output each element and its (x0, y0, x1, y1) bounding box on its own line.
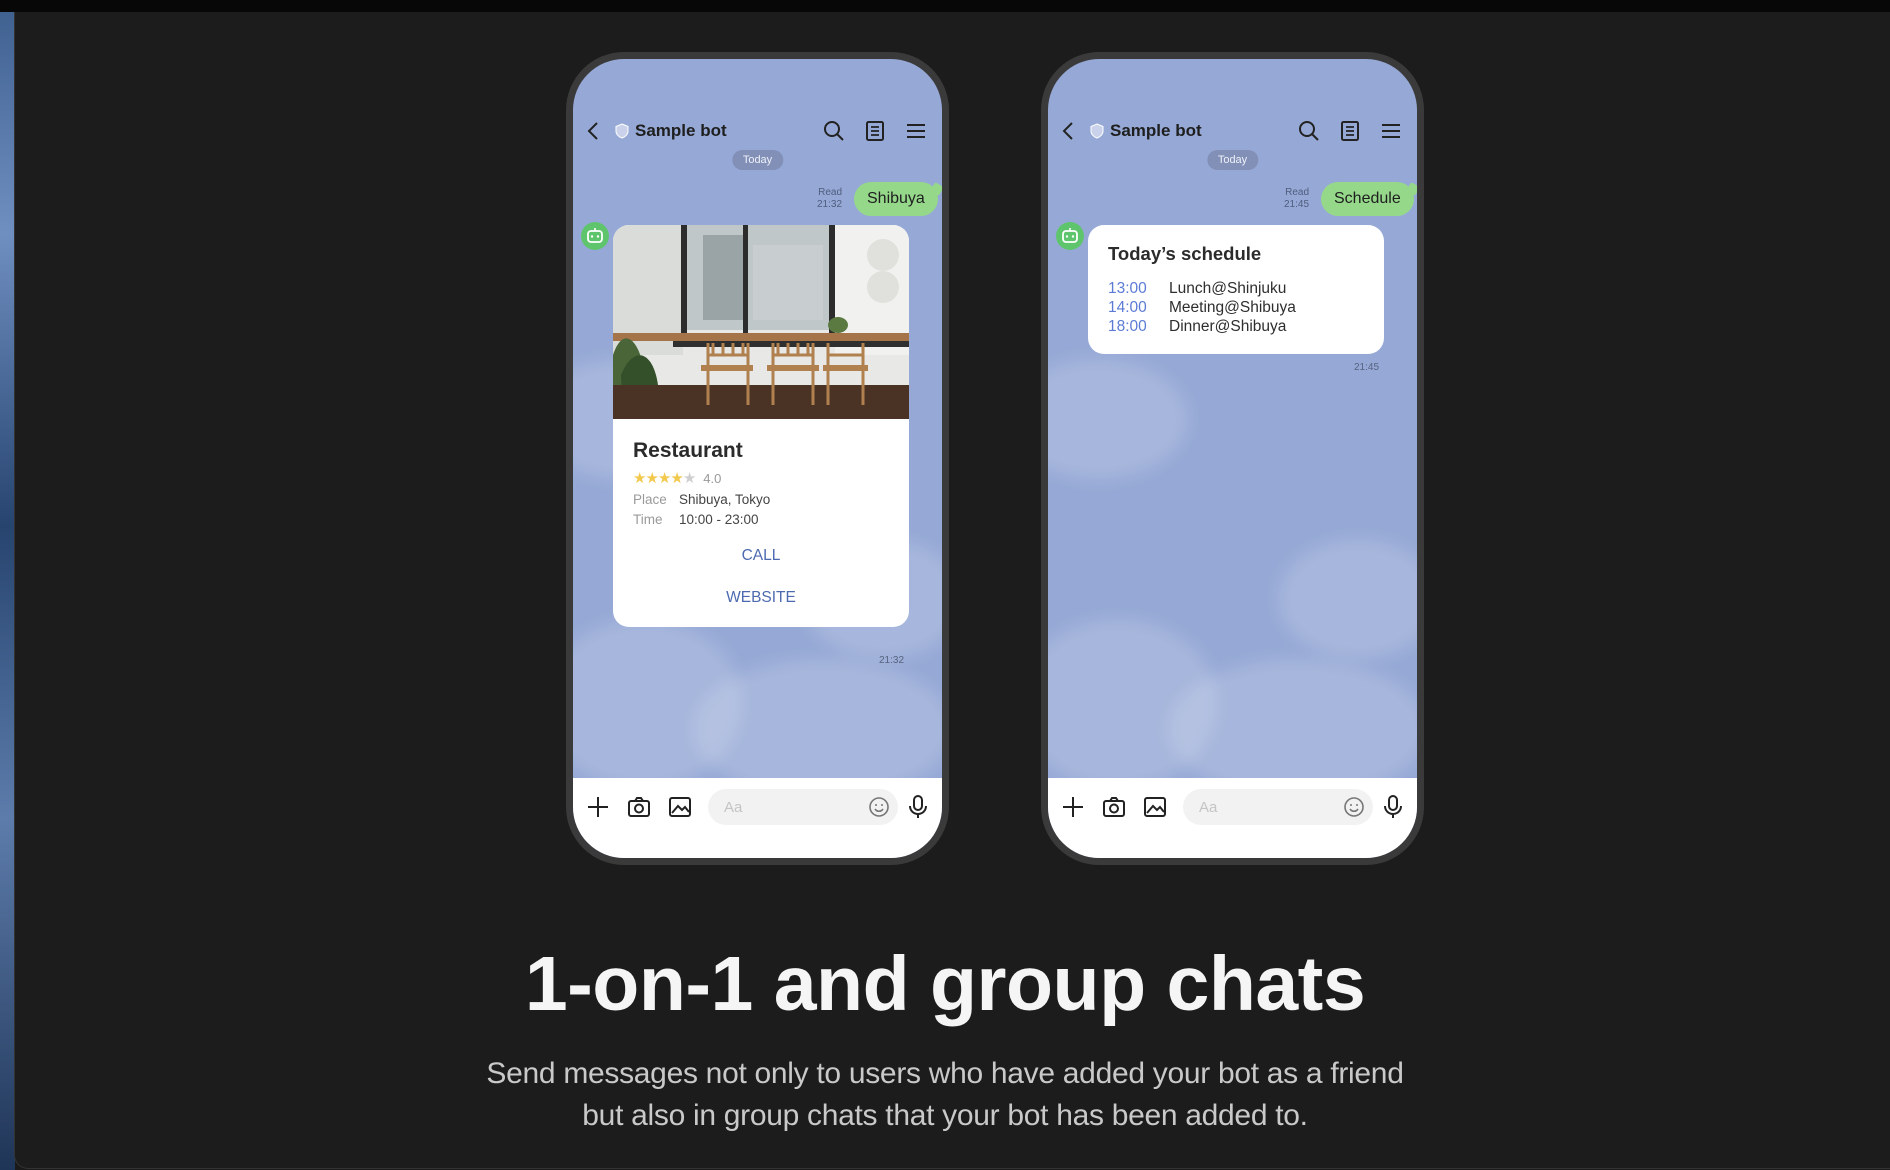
back-arrow-icon[interactable] (1062, 119, 1082, 143)
microphone-icon[interactable] (906, 794, 930, 820)
chat-screen: Sample bot Today Read 21:32 Shibuya Rest… (573, 59, 942, 858)
image-icon[interactable] (667, 794, 693, 820)
search-icon[interactable] (822, 119, 846, 143)
verified-shield-icon (615, 123, 629, 139)
star-rating-icon: ★★★★★ (633, 470, 696, 487)
card-title: Restaurant (633, 439, 743, 462)
schedule-card: Today’s schedule 13:00 Lunch@Shinjuku 14… (1088, 225, 1384, 354)
schedule-event: Meeting@Shibuya (1169, 299, 1296, 316)
time-label: Time (633, 512, 663, 527)
call-button[interactable]: CALL (633, 547, 889, 565)
description-line: but also in group chats that your bot ha… (582, 1099, 1308, 1132)
message-timestamp: 21:32 (879, 655, 905, 666)
plus-icon[interactable] (585, 794, 611, 820)
restaurant-card: Restaurant ★★★★★ 4.0 Place Shibuya, Toky… (613, 225, 909, 627)
input-placeholder: Aa (1199, 798, 1218, 816)
chat-header: Sample bot (573, 111, 942, 151)
input-placeholder: Aa (724, 798, 743, 816)
schedule-row: 14:00 Meeting@Shibuya (1108, 298, 1364, 317)
sent-message-bubble[interactable]: Schedule (1321, 182, 1414, 216)
message-input[interactable]: Aa (1183, 789, 1373, 825)
schedule-row: 18:00 Dinner@Shibuya (1108, 317, 1364, 336)
search-icon[interactable] (1297, 119, 1321, 143)
place-row: Place Shibuya, Tokyo (633, 492, 889, 507)
message-input[interactable]: Aa (708, 789, 898, 825)
schedule-time: 13:00 (1108, 280, 1147, 297)
phone-mockup-restaurant: Sample bot Today Read 21:32 Shibuya Rest… (566, 52, 949, 865)
bot-avatar-icon[interactable] (1056, 222, 1084, 250)
camera-icon[interactable] (626, 794, 652, 820)
rating-row: ★★★★★ 4.0 (633, 469, 889, 487)
time-value: 10:00 - 23:00 (679, 512, 759, 527)
schedule-event: Dinner@Shibuya (1169, 318, 1287, 335)
menu-icon[interactable] (904, 119, 928, 143)
bot-avatar-icon[interactable] (581, 222, 609, 250)
schedule-event: Lunch@Shinjuku (1169, 280, 1287, 297)
chat-header: Sample bot (1048, 111, 1417, 151)
window-top-bar (0, 0, 1890, 12)
phone-mockup-schedule: Sample bot Today Read 21:45 Schedule Tod… (1041, 52, 1424, 865)
message-input-bar: Aa (573, 778, 942, 858)
section-description: Send messages not only to users who have… (0, 1053, 1890, 1137)
read-receipt: Read 21:32 (817, 187, 843, 210)
camera-icon[interactable] (1101, 794, 1127, 820)
schedule-time: 14:00 (1108, 299, 1147, 316)
chat-title: Sample bot (635, 121, 727, 140)
emoji-icon[interactable] (1343, 796, 1365, 818)
message-input-bar: Aa (1048, 778, 1417, 858)
schedule-row: 13:00 Lunch@Shinjuku (1108, 279, 1364, 298)
verified-shield-icon (1090, 123, 1104, 139)
rating-value: 4.0 (703, 470, 722, 486)
place-label: Place (633, 492, 667, 507)
plus-icon[interactable] (1060, 794, 1086, 820)
time-row: Time 10:00 - 23:00 (633, 512, 889, 527)
description-line: Send messages not only to users who have… (486, 1057, 1404, 1090)
website-button[interactable]: WEBSITE (633, 589, 889, 613)
chat-title: Sample bot (1110, 121, 1202, 140)
restaurant-photo (613, 225, 909, 419)
message-timestamp: 21:45 (1354, 362, 1380, 373)
read-receipt: Read 21:45 (1284, 187, 1310, 210)
schedule-title: Today’s schedule (1108, 243, 1262, 264)
sent-message-bubble[interactable]: Shibuya (854, 182, 938, 216)
schedule-time: 18:00 (1108, 318, 1147, 335)
chat-screen: Sample bot Today Read 21:45 Schedule Tod… (1048, 59, 1417, 858)
section-headline: 1-on-1 and group chats (524, 941, 1366, 1027)
menu-icon[interactable] (1379, 119, 1403, 143)
date-separator: Today (1206, 150, 1259, 170)
emoji-icon[interactable] (868, 796, 890, 818)
notes-icon[interactable] (863, 119, 887, 143)
place-value: Shibuya, Tokyo (679, 492, 771, 507)
image-icon[interactable] (1142, 794, 1168, 820)
notes-icon[interactable] (1338, 119, 1362, 143)
microphone-icon[interactable] (1381, 794, 1405, 820)
date-separator: Today (731, 150, 784, 170)
back-arrow-icon[interactable] (587, 119, 607, 143)
